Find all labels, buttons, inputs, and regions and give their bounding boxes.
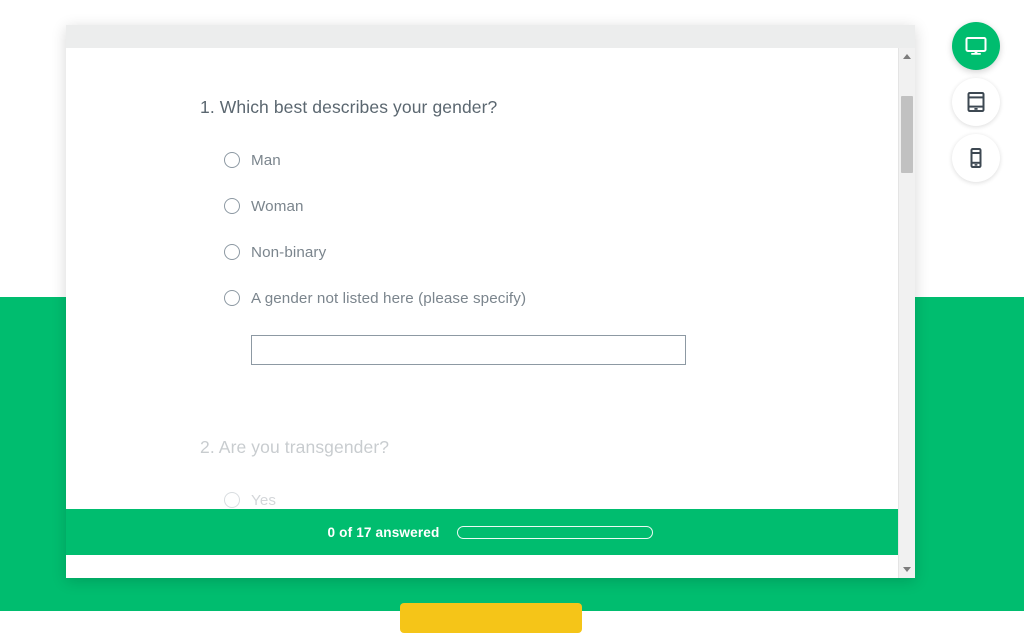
radio-yes[interactable]: [224, 492, 240, 508]
option-label-other: A gender not listed here (please specify…: [251, 289, 527, 307]
card-header-bar: [66, 25, 915, 48]
scroll-down-button[interactable]: [899, 561, 915, 578]
question-2-title: 2. Are you transgender?: [200, 437, 390, 457]
device-preview-toggles: [952, 22, 1000, 190]
option-label-yes: Yes: [251, 491, 277, 509]
tablet-icon: [964, 90, 988, 114]
chevron-down-icon: [903, 567, 911, 572]
scrollbar-thumb[interactable]: [901, 96, 913, 173]
question-block-1: 1. Which best describes your gender? Man…: [66, 48, 915, 365]
survey-scrollbar[interactable]: [898, 48, 915, 578]
scroll-up-button[interactable]: [899, 48, 915, 65]
option-row-man[interactable]: Man: [224, 145, 915, 175]
survey-progress-footer: 0 of 17 answered: [66, 509, 915, 555]
radio-other[interactable]: [224, 290, 240, 306]
option-row-woman[interactable]: Woman: [224, 191, 915, 221]
radio-non-binary[interactable]: [224, 244, 240, 260]
radio-man[interactable]: [224, 152, 240, 168]
question-block-2: 2. Are you transgender? Yes: [66, 365, 915, 515]
radio-woman[interactable]: [224, 198, 240, 214]
other-gender-text-input[interactable]: [251, 335, 686, 365]
survey-preview-card: 1. Which best describes your gender? Man…: [66, 25, 915, 578]
bottom-cta-button[interactable]: [400, 603, 582, 633]
survey-body: 1. Which best describes your gender? Man…: [66, 48, 915, 555]
option-row-other[interactable]: A gender not listed here (please specify…: [224, 283, 915, 313]
chevron-up-icon: [903, 54, 911, 59]
device-toggle-mobile[interactable]: [952, 134, 1000, 182]
desktop-icon: [964, 34, 988, 58]
device-toggle-tablet[interactable]: [952, 78, 1000, 126]
question-1-options: Man Woman Non-binary A gender not listed…: [200, 145, 915, 365]
answered-count-label: 0 of 17 answered: [327, 524, 440, 540]
device-toggle-desktop[interactable]: [952, 22, 1000, 70]
option-row-non-binary[interactable]: Non-binary: [224, 237, 915, 267]
option-label-man: Man: [251, 151, 281, 169]
progress-bar: [457, 525, 654, 539]
option-label-woman: Woman: [251, 197, 304, 215]
mobile-icon: [964, 146, 988, 170]
question-1-title: 1. Which best describes your gender?: [200, 97, 498, 117]
option-label-non-binary: Non-binary: [251, 243, 327, 261]
